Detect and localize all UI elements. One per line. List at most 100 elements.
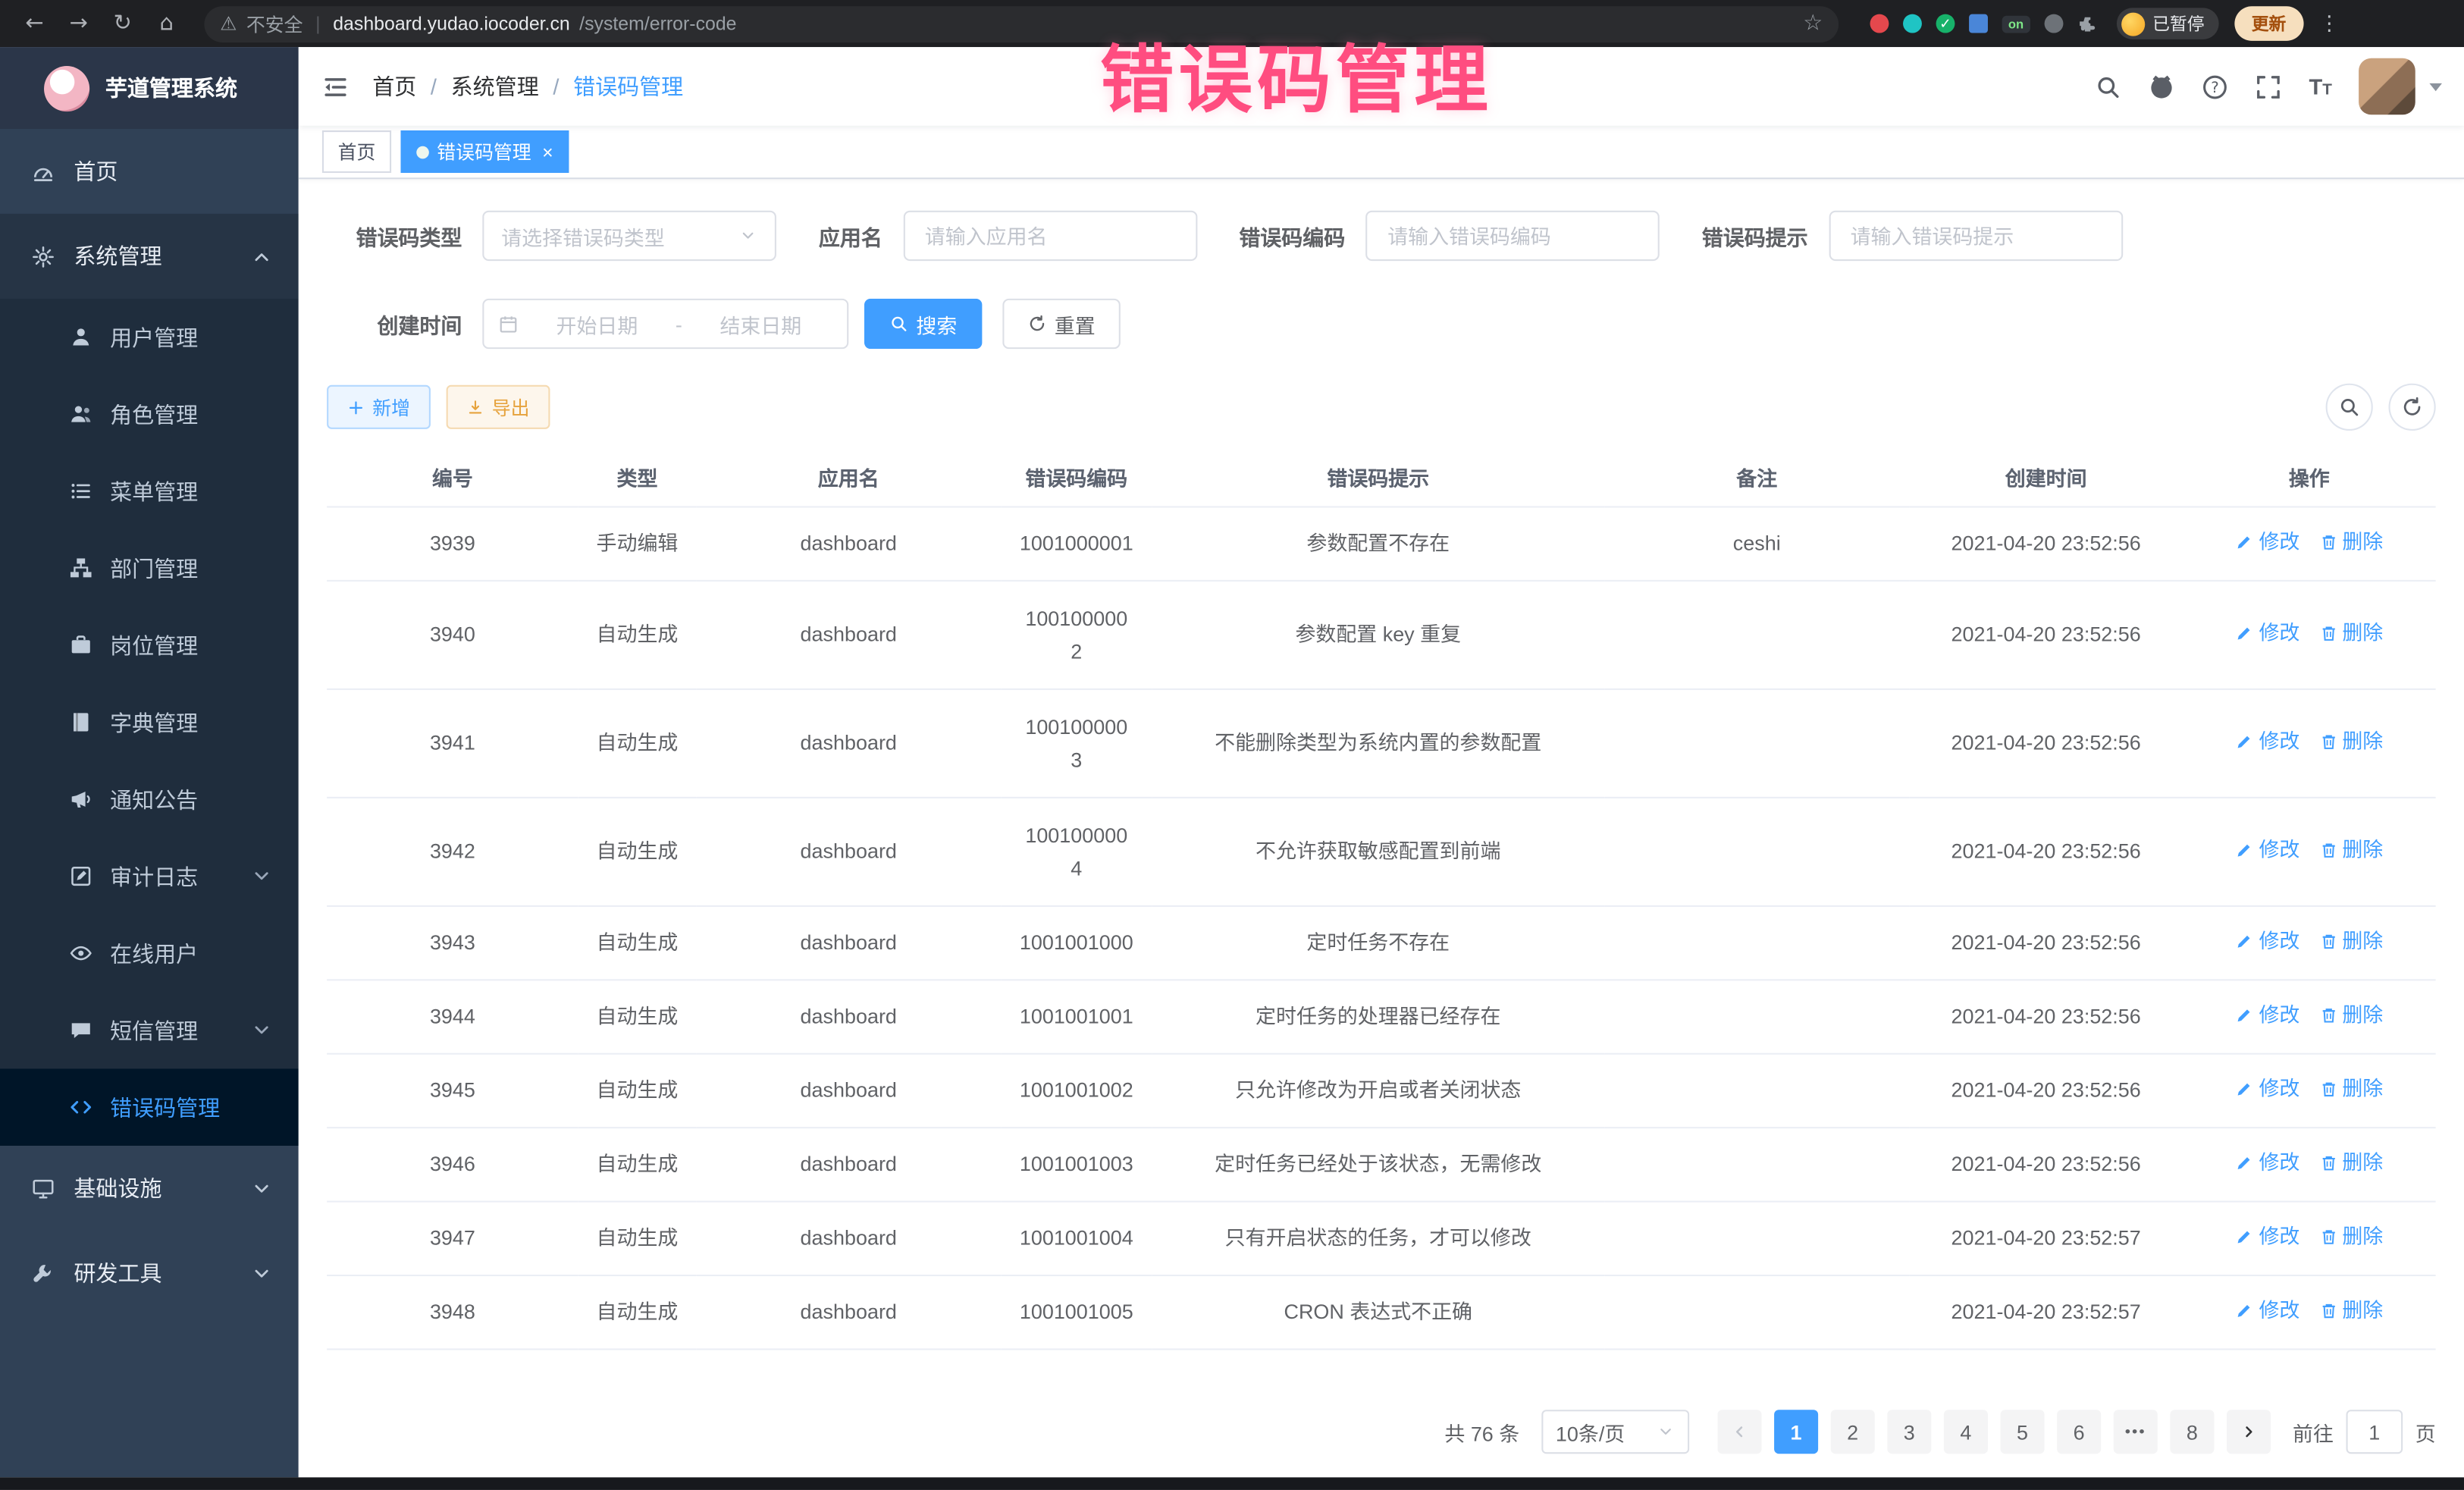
edit-link[interactable]: 修改	[2235, 528, 2299, 556]
edit-link[interactable]: 修改	[2235, 1075, 2299, 1103]
delete-link[interactable]: 删除	[2318, 728, 2383, 756]
bookmark-star-icon[interactable]: ☆	[1803, 11, 1823, 36]
search-icon	[2338, 396, 2360, 418]
sidebar-item-posts[interactable]: 岗位管理	[0, 607, 299, 684]
delete-link[interactable]: 删除	[2318, 1149, 2383, 1177]
edit-link[interactable]: 修改	[2235, 620, 2299, 648]
fullscreen-icon[interactable]	[2256, 73, 2282, 99]
app-logo-row[interactable]: 芋道管理系统	[0, 47, 299, 129]
font-size-icon[interactable]: TT	[2309, 74, 2331, 99]
add-button[interactable]: 新增	[327, 385, 431, 429]
delete-link[interactable]: 删除	[2318, 1075, 2383, 1103]
delete-link[interactable]: 删除	[2318, 528, 2383, 556]
url-divider: |	[315, 13, 320, 35]
sidebar-item-sms[interactable]: 短信管理	[0, 992, 299, 1069]
page-button-2[interactable]: 2	[1831, 1410, 1875, 1454]
app-name-input[interactable]	[922, 222, 1178, 249]
breadcrumb-system[interactable]: 系统管理	[451, 71, 539, 102]
address-bar[interactable]: ⚠ 不安全 | dashboard.yudao.iocoder.cn/syste…	[204, 5, 1839, 42]
page-size-select[interactable]: 10条/页	[1541, 1410, 1689, 1454]
sidebar-item-error-codes[interactable]: 错误码管理	[0, 1068, 299, 1146]
extension-teal-icon[interactable]	[1903, 14, 1922, 33]
header-search-icon[interactable]	[2096, 73, 2122, 99]
toggle-search-button[interactable]	[2326, 384, 2373, 431]
sidebar-item-users[interactable]: 用户管理	[0, 299, 299, 376]
edit-link[interactable]: 修改	[2235, 1001, 2299, 1029]
sidebar-item-dictionary[interactable]: 字典管理	[0, 684, 299, 761]
user-avatar[interactable]	[2359, 58, 2415, 115]
sidebar-item-roles[interactable]: 角色管理	[0, 375, 299, 453]
users-icon	[69, 403, 92, 426]
avatar-caret-icon[interactable]	[2429, 83, 2442, 90]
page-button-8[interactable]: 8	[2170, 1410, 2214, 1454]
sidebar-item-departments[interactable]: 部门管理	[0, 529, 299, 607]
browser-back-icon[interactable]: ←	[16, 5, 54, 42]
prev-page-button[interactable]	[1717, 1410, 1761, 1454]
github-icon[interactable]	[2149, 73, 2175, 99]
goto-page-input[interactable]	[2346, 1410, 2403, 1454]
extension-misc-icon[interactable]	[2044, 14, 2063, 33]
sidebar-collapse-button[interactable]	[299, 47, 372, 126]
page-button-3[interactable]: 3	[1887, 1410, 1931, 1454]
browser-forward-icon[interactable]: →	[60, 5, 98, 42]
sidebar-item-audit-log[interactable]: 审计日志	[0, 838, 299, 915]
delete-link[interactable]: 删除	[2318, 1001, 2383, 1029]
app-logo	[44, 65, 89, 111]
browser-update-button[interactable]: 更新	[2234, 6, 2303, 41]
breadcrumb-home[interactable]: 首页	[372, 71, 416, 102]
delete-link[interactable]: 删除	[2318, 1297, 2383, 1325]
edit-link[interactable]: 修改	[2235, 836, 2299, 864]
error-type-select[interactable]: 请选择错误码类型	[482, 211, 776, 261]
refresh-table-button[interactable]	[2389, 384, 2436, 431]
create-time-range-picker[interactable]: 开始日期 - 结束日期	[482, 299, 848, 349]
page-button-6[interactable]: 6	[2057, 1410, 2101, 1454]
tab-home[interactable]: 首页	[322, 130, 391, 173]
export-button[interactable]: 导出	[447, 385, 550, 429]
error-code-input[interactable]	[1384, 222, 1641, 249]
delete-link[interactable]: 删除	[2318, 927, 2383, 955]
browser-reload-icon[interactable]: ↻	[104, 5, 142, 42]
sidebar-item-menus[interactable]: 菜单管理	[0, 453, 299, 530]
error-hint-input[interactable]	[1847, 222, 2103, 249]
tab-error-codes[interactable]: 错误码管理 ×	[401, 130, 569, 173]
sidebar-item-home[interactable]: 首页	[0, 129, 299, 214]
page-button-5[interactable]: 5	[2000, 1410, 2044, 1454]
help-icon[interactable]	[2202, 73, 2229, 99]
sidebar-group-dev-tools[interactable]: 研发工具	[0, 1231, 299, 1316]
sidebar-group-infrastructure[interactable]: 基础设施	[0, 1146, 299, 1231]
megaphone-icon	[69, 787, 92, 811]
extensions-puzzle-icon[interactable]	[2077, 14, 2098, 34]
page-unit-label: 页	[2415, 1417, 2436, 1447]
delete-link[interactable]: 删除	[2318, 1223, 2383, 1251]
url-host: dashboard.yudao.iocoder.cn	[333, 13, 570, 35]
extension-vue-devtools-icon[interactable]: ✓	[1936, 14, 1955, 33]
edit-link[interactable]: 修改	[2235, 1297, 2299, 1325]
sidebar-item-notices[interactable]: 通知公告	[0, 761, 299, 838]
next-page-button[interactable]	[2227, 1410, 2271, 1454]
edit-link[interactable]: 修改	[2235, 1149, 2299, 1177]
extension-toggle-icon[interactable]: on	[2002, 15, 2030, 33]
delete-link[interactable]: 删除	[2318, 836, 2383, 864]
breadcrumb-current: 错误码管理	[573, 71, 683, 102]
sidebar-group-system[interactable]: 系统管理	[0, 214, 299, 299]
edit-link[interactable]: 修改	[2235, 728, 2299, 756]
reset-button[interactable]: 重置	[1002, 299, 1120, 349]
edit-link[interactable]: 修改	[2235, 927, 2299, 955]
browser-home-icon[interactable]: ⌂	[148, 5, 186, 42]
page-button-1[interactable]: 1	[1774, 1410, 1818, 1454]
delete-link[interactable]: 删除	[2318, 620, 2383, 648]
close-tab-icon[interactable]: ×	[542, 143, 553, 162]
search-button[interactable]: 搜索	[864, 299, 982, 349]
edit-link[interactable]: 修改	[2235, 1223, 2299, 1251]
pen-icon	[2235, 1301, 2254, 1320]
extension-record-icon[interactable]	[1870, 14, 1889, 33]
extension-grid-icon[interactable]	[1969, 14, 1988, 33]
browser-profile-chip[interactable]: 已暂停	[2116, 8, 2218, 39]
pen-icon	[2235, 1153, 2254, 1172]
table-row: 3943 自动生成 dashboard 1001001000 定时任务不存在 2…	[327, 906, 2436, 980]
more-pages-button[interactable]: •••	[2114, 1410, 2158, 1454]
sidebar-item-online-users[interactable]: 在线用户	[0, 914, 299, 992]
browser-menu-icon[interactable]: ⋮	[2319, 12, 2340, 36]
page-content: 错误码类型 请选择错误码类型 应用名 错误码编码	[299, 179, 2464, 1477]
page-button-4[interactable]: 4	[1944, 1410, 1988, 1454]
